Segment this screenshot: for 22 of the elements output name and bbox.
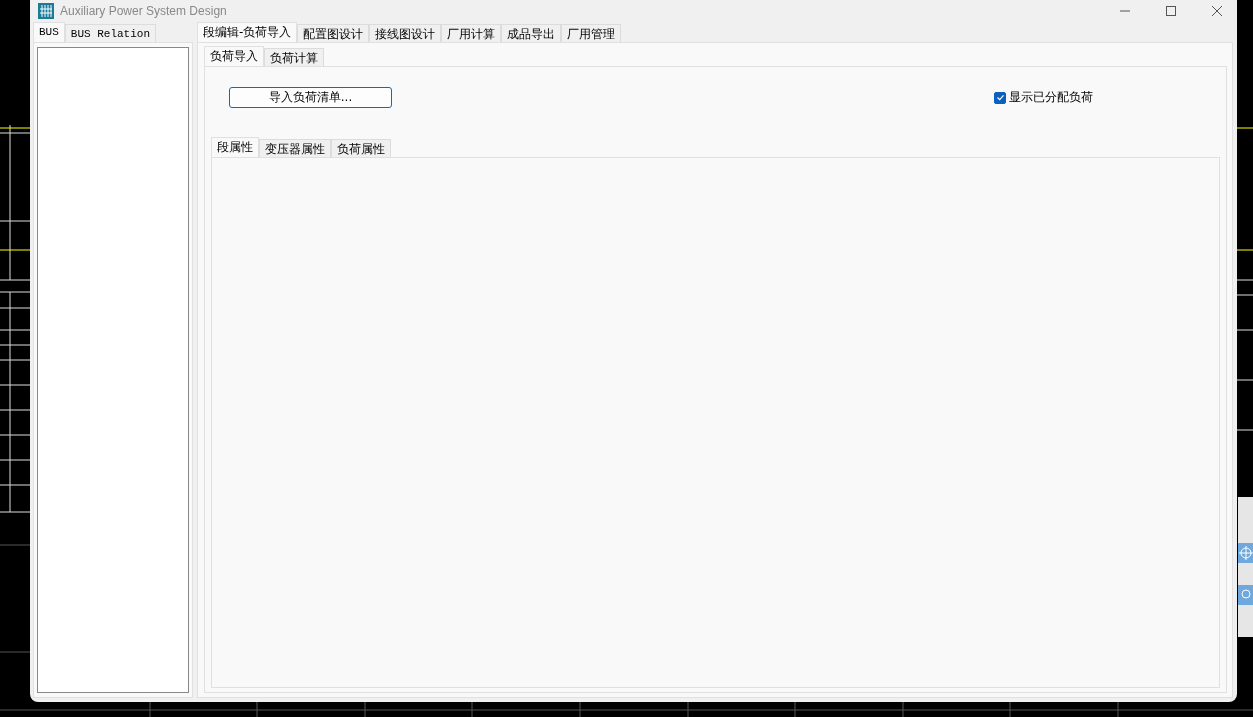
main-tab[interactable]: 配置图设计 [297,24,370,42]
sub-tab[interactable]: 负荷导入 [204,46,264,66]
crosshair-icon[interactable] [1238,543,1253,563]
main-tab[interactable]: 厂用管理 [561,24,622,42]
main-tab[interactable]: 段编辑-负荷导入 [197,22,298,42]
checkbox-label: 显示已分配负荷 [1009,89,1093,106]
close-icon[interactable] [1211,5,1223,17]
property-tab[interactable]: 段属性 [211,137,259,157]
import-load-list-button[interactable]: 导入负荷清单... [229,87,392,108]
panel-tab[interactable]: BUS [33,22,65,42]
snap-tool-icon[interactable] [1238,585,1253,605]
property-tab[interactable]: 变压器属性 [259,139,331,157]
main-tab[interactable]: 成品导出 [501,24,562,42]
maximize-icon[interactable] [1165,5,1177,17]
checkbox[interactable] [994,91,1006,104]
panel-tab[interactable]: BUS Relation [64,24,157,42]
property-tab[interactable]: 负荷属性 [331,139,391,157]
window-title: Auxiliary Power System Design [60,4,227,18]
main-tab[interactable]: 接线图设计 [369,24,442,42]
sub-tab[interactable]: 负荷计算 [264,48,324,66]
main-tab[interactable]: 厂用计算 [441,24,502,42]
grid-app-icon [38,3,54,19]
